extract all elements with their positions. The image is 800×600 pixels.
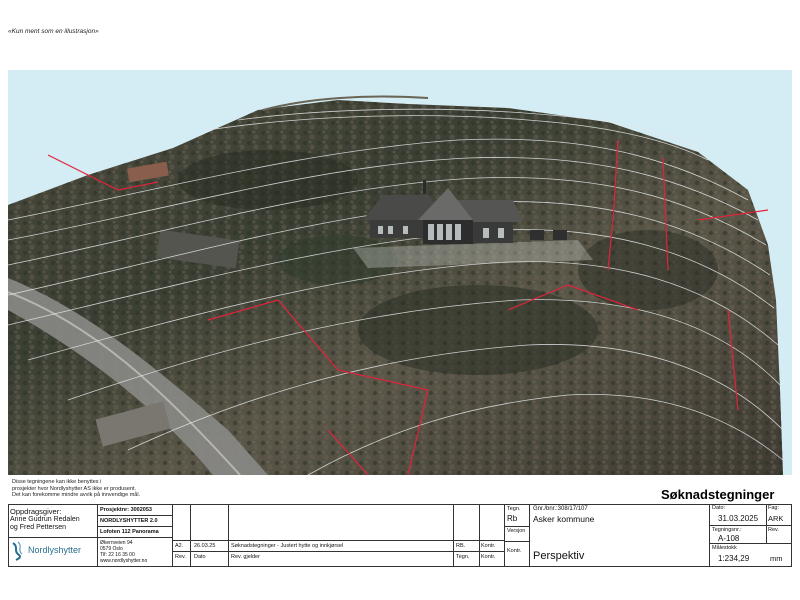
- illustration-note: «Kun ment som en illustrasjon»: [8, 28, 99, 35]
- revision-header-drawn: Tegn.: [456, 554, 470, 560]
- discipline-label: Fag:: [768, 505, 780, 511]
- drawing-number-label: Tegningsnr.:: [712, 527, 742, 533]
- date-value: 31.03.2025: [718, 514, 759, 523]
- drawn-by-value: Rb: [507, 514, 518, 523]
- version-label: Versjon: [507, 528, 526, 534]
- project-series: NORDLYSHYTTER 2.0: [100, 518, 158, 524]
- disclaimer: Disse tegningene kan ikke benyttes i pro…: [12, 479, 140, 499]
- company-website: www.nordlyshytter.no: [100, 558, 148, 564]
- unit-value: mm: [770, 554, 783, 563]
- revision-date: 26.03.25: [194, 543, 216, 549]
- drawn-by-label: Tegn.: [507, 506, 521, 512]
- revision-label: Rev.: [768, 527, 779, 533]
- document-title: Søknadstegninger: [661, 487, 775, 502]
- company-name: Nordlyshytter: [28, 545, 82, 555]
- revision-header-checked: Kontr.: [481, 554, 496, 560]
- client-name: og Fred Pettersen: [10, 524, 67, 531]
- project-number: Prosjektnr: 3002053: [100, 507, 152, 513]
- property-id: Gnr./bnr.:308/17/107: [533, 506, 588, 512]
- project-model: Lofoten 112 Panorama: [100, 529, 159, 535]
- revision-header-date: Dato: [194, 554, 206, 560]
- terrain-render: [8, 95, 784, 475]
- discipline-value: ARK: [768, 514, 784, 523]
- drawing-title: Perspektiv: [533, 550, 585, 562]
- aurora-icon: [12, 541, 23, 561]
- disclaimer-line: Det kan forekomme mindre avvik på innven…: [12, 492, 141, 498]
- revision-header-rev: Rev.: [175, 554, 186, 560]
- revision-drawn-by: RB.: [456, 543, 466, 549]
- drawing-number-value: A-108: [718, 534, 740, 543]
- scale-label: Målestokk: [712, 545, 737, 551]
- revision-id: A2.: [175, 543, 184, 549]
- revision-description: Søknadstegninger - Justert hytte og innk…: [231, 543, 344, 549]
- municipality: Asker kommune: [533, 514, 595, 524]
- client-name: Anne Gudrun Redalen: [10, 516, 80, 523]
- revision-checked-by: Kontr.: [481, 543, 496, 549]
- nordlyshytter-logo: Nordlyshytter: [10, 541, 88, 563]
- checked-label: Kontr.: [507, 548, 522, 554]
- date-label: Dato:: [712, 505, 726, 511]
- terrain-perspective-illustration: [8, 70, 792, 475]
- scale-value: 1:234,29: [718, 554, 750, 563]
- client-label: Oppdragsgiver:: [10, 507, 62, 516]
- revision-header-subject: Rev. gjelder: [231, 554, 260, 560]
